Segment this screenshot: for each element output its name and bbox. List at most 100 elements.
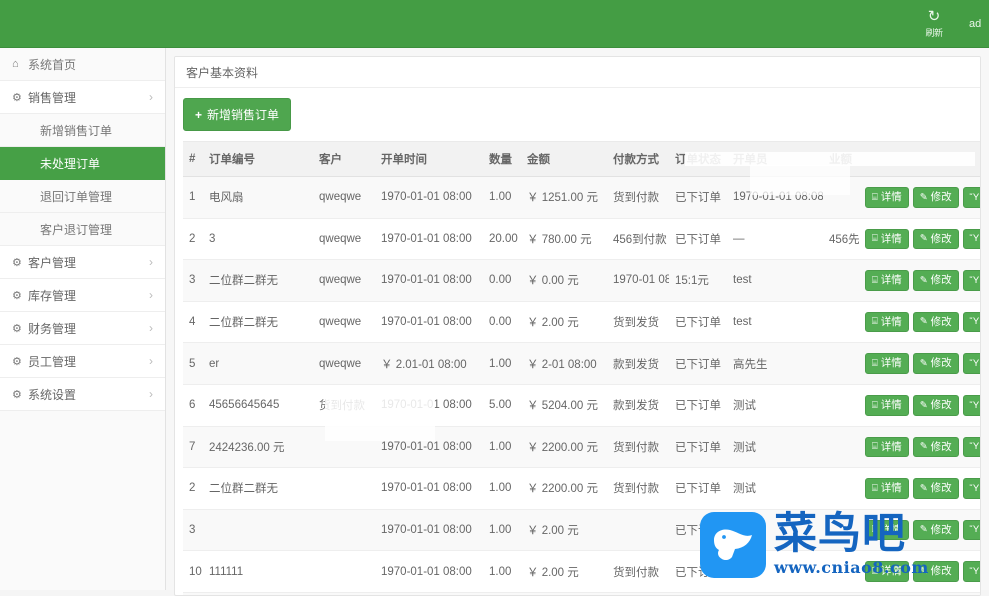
cell-status: 已下订单: [669, 384, 727, 426]
delete-button[interactable]: Ὕ1删除: [963, 561, 981, 582]
sidebar-item-settings[interactable]: ⚙ 系统设置 ›: [0, 378, 165, 411]
detail-button[interactable]: ⌸详情: [865, 353, 909, 374]
column-header-order-no[interactable]: 订单编号: [203, 142, 313, 177]
cell-time: 1970-01-01 08:00: [375, 592, 483, 596]
cell-extra: [823, 343, 859, 385]
detail-button[interactable]: ⌸详情: [865, 478, 909, 499]
chevron-right-icon: ›: [149, 354, 153, 368]
cell-amount: ￥ 1251.00 元: [521, 177, 607, 219]
columns-icon: ⌸: [872, 233, 878, 244]
cell-payment: 456到付款: [607, 218, 669, 260]
edit-button[interactable]: ✎修改: [913, 229, 959, 250]
edit-button-label: 修改: [931, 524, 952, 537]
column-header-amount[interactable]: 金额: [521, 142, 607, 177]
edit-button[interactable]: ✎修改: [913, 520, 959, 541]
detail-button[interactable]: ⌸详情: [865, 520, 909, 541]
cell-actions: ⌸详情✎修改Ὕ1删除: [859, 177, 981, 219]
cell-status: 已下订单: [669, 218, 727, 260]
edit-button[interactable]: ✎修改: [913, 312, 959, 333]
detail-button[interactable]: ⌸详情: [865, 437, 909, 458]
pencil-icon: ✎: [920, 524, 928, 535]
refresh-icon: ↻: [928, 9, 941, 26]
sidebar-item-label: 销售管理: [28, 89, 76, 106]
chevron-right-icon: ›: [149, 90, 153, 104]
column-header-extra[interactable]: 业额: [823, 142, 859, 177]
cell-quantity: 0.00: [483, 260, 521, 302]
detail-button[interactable]: ⌸详情: [865, 229, 909, 250]
home-icon: ⌂: [12, 58, 28, 70]
edit-button-label: 修改: [931, 565, 952, 578]
delete-button[interactable]: Ὕ1删除: [963, 270, 981, 291]
cell-time: 1970-01-01 08:00: [375, 468, 483, 510]
sidebar-item-finance[interactable]: ⚙ 财务管理 ›: [0, 312, 165, 345]
detail-button[interactable]: ⌸详情: [865, 312, 909, 333]
trash-icon: Ὕ1: [970, 566, 981, 577]
table-row[interactable]: 101111111970-01-01 08:001.00￥ 2.00 元货到付款…: [183, 551, 981, 593]
detail-button[interactable]: ⌸详情: [865, 561, 909, 582]
chevron-right-icon: ›: [149, 321, 153, 335]
sidebar-item-return-orders[interactable]: 退回订单管理: [0, 180, 165, 213]
edit-button[interactable]: ✎修改: [913, 270, 959, 291]
column-header-time[interactable]: 开单时间: [375, 142, 483, 177]
table-row[interactable]: 72424236.00 元1970-01-01 08:001.00￥ 2200.…: [183, 426, 981, 468]
table-row[interactable]: 4二位群二群无qweqwe1970-01-01 08:000.00￥ 2.00 …: [183, 301, 981, 343]
edit-button[interactable]: ✎修改: [913, 437, 959, 458]
column-header-quantity[interactable]: 数量: [483, 142, 521, 177]
edit-button[interactable]: ✎修改: [913, 395, 959, 416]
cell-order-no: 2424236.00 元: [203, 426, 313, 468]
cell-actions: ⌸详情✎修改Ὕ1删除: [859, 551, 981, 593]
edit-button-label: 修改: [931, 191, 952, 204]
add-sales-order-label: 新增销售订单: [207, 106, 279, 123]
edit-button[interactable]: ✎修改: [913, 478, 959, 499]
column-header-payment[interactable]: 付款方式: [607, 142, 669, 177]
delete-button[interactable]: Ὕ1删除: [963, 395, 981, 416]
detail-button[interactable]: ⌸详情: [865, 270, 909, 291]
user-account-label[interactable]: ad: [969, 18, 987, 30]
refresh-button[interactable]: ↻ 刷新: [913, 9, 955, 38]
detail-button[interactable]: ⌸详情: [865, 187, 909, 208]
detail-button[interactable]: ⌸详情: [865, 395, 909, 416]
cell-actions: ⌸详情✎修改Ὕ1删除: [859, 468, 981, 510]
table-row[interactable]: 2二位群二群无1970-01-01 08:001.00￥ 2200.00 元货到…: [183, 468, 981, 510]
add-sales-order-button[interactable]: + 新增销售订单: [183, 98, 291, 131]
column-header-status[interactable]: 订单状态: [669, 142, 727, 177]
cell-index: 5: [183, 343, 203, 385]
delete-button[interactable]: Ὕ1删除: [963, 229, 981, 250]
table-row[interactable]: 111111111111970-01-01 08:001.00￥ 39.00 元…: [183, 592, 981, 596]
edit-button[interactable]: ✎修改: [913, 353, 959, 374]
edit-button[interactable]: ✎修改: [913, 561, 959, 582]
column-header-index[interactable]: #: [183, 142, 203, 177]
cell-index: 11: [183, 592, 203, 596]
column-header-operator[interactable]: 开单员: [727, 142, 823, 177]
sidebar-item-pending-orders[interactable]: 未处理订单: [0, 147, 165, 180]
sidebar-item-new-sales-order[interactable]: 新增销售订单: [0, 114, 165, 147]
edit-button[interactable]: ✎修改: [913, 187, 959, 208]
sidebar-item-sales[interactable]: ⚙ 销售管理 ›: [0, 81, 165, 114]
cell-customer: [313, 426, 375, 468]
delete-button[interactable]: Ὕ1删除: [963, 187, 981, 208]
delete-button[interactable]: Ὕ1删除: [963, 312, 981, 333]
cell-order-no: 3: [203, 218, 313, 260]
trash-icon: Ὕ1: [970, 441, 981, 452]
sidebar-item-customers[interactable]: ⚙ 客户管理 ›: [0, 246, 165, 279]
sidebar-item-customer-cancel[interactable]: 客户退订管理: [0, 213, 165, 246]
sidebar-item-staff[interactable]: ⚙ 员工管理 ›: [0, 345, 165, 378]
table-row[interactable]: 645656645645货到付款1970-01-01 08:005.00￥ 52…: [183, 384, 981, 426]
pencil-icon: ✎: [920, 233, 928, 244]
delete-button[interactable]: Ὕ1删除: [963, 520, 981, 541]
table-row[interactable]: 5erqweqwe￥ 2.01-01 08:001.00￥ 2-01 08:00…: [183, 343, 981, 385]
column-header-customer[interactable]: 客户: [313, 142, 375, 177]
table-row[interactable]: 31970-01-01 08:001.00￥ 2.00 元已下订单测试⌸详情✎修…: [183, 509, 981, 551]
table-row[interactable]: 1电风扇qweqwe1970-01-01 08:001.00￥ 1251.00 …: [183, 177, 981, 219]
sidebar-item-home[interactable]: ⌂ 系统首页: [0, 48, 165, 81]
cell-order-no: 45656645645: [203, 384, 313, 426]
delete-button[interactable]: Ὕ1删除: [963, 437, 981, 458]
table-row[interactable]: 23qweqwe1970-01-01 08:0020.00￥ 780.00 元4…: [183, 218, 981, 260]
cell-quantity: 1.00: [483, 509, 521, 551]
delete-button[interactable]: Ὕ1删除: [963, 353, 981, 374]
cell-time: ￥ 2.01-01 08:00: [375, 343, 483, 385]
table-row[interactable]: 3二位群二群无qweqwe1970-01-01 08:000.00￥ 0.00 …: [183, 260, 981, 302]
sidebar-item-inventory[interactable]: ⚙ 库存管理 ›: [0, 279, 165, 312]
delete-button[interactable]: Ὕ1删除: [963, 478, 981, 499]
detail-button-label: 详情: [881, 441, 902, 454]
